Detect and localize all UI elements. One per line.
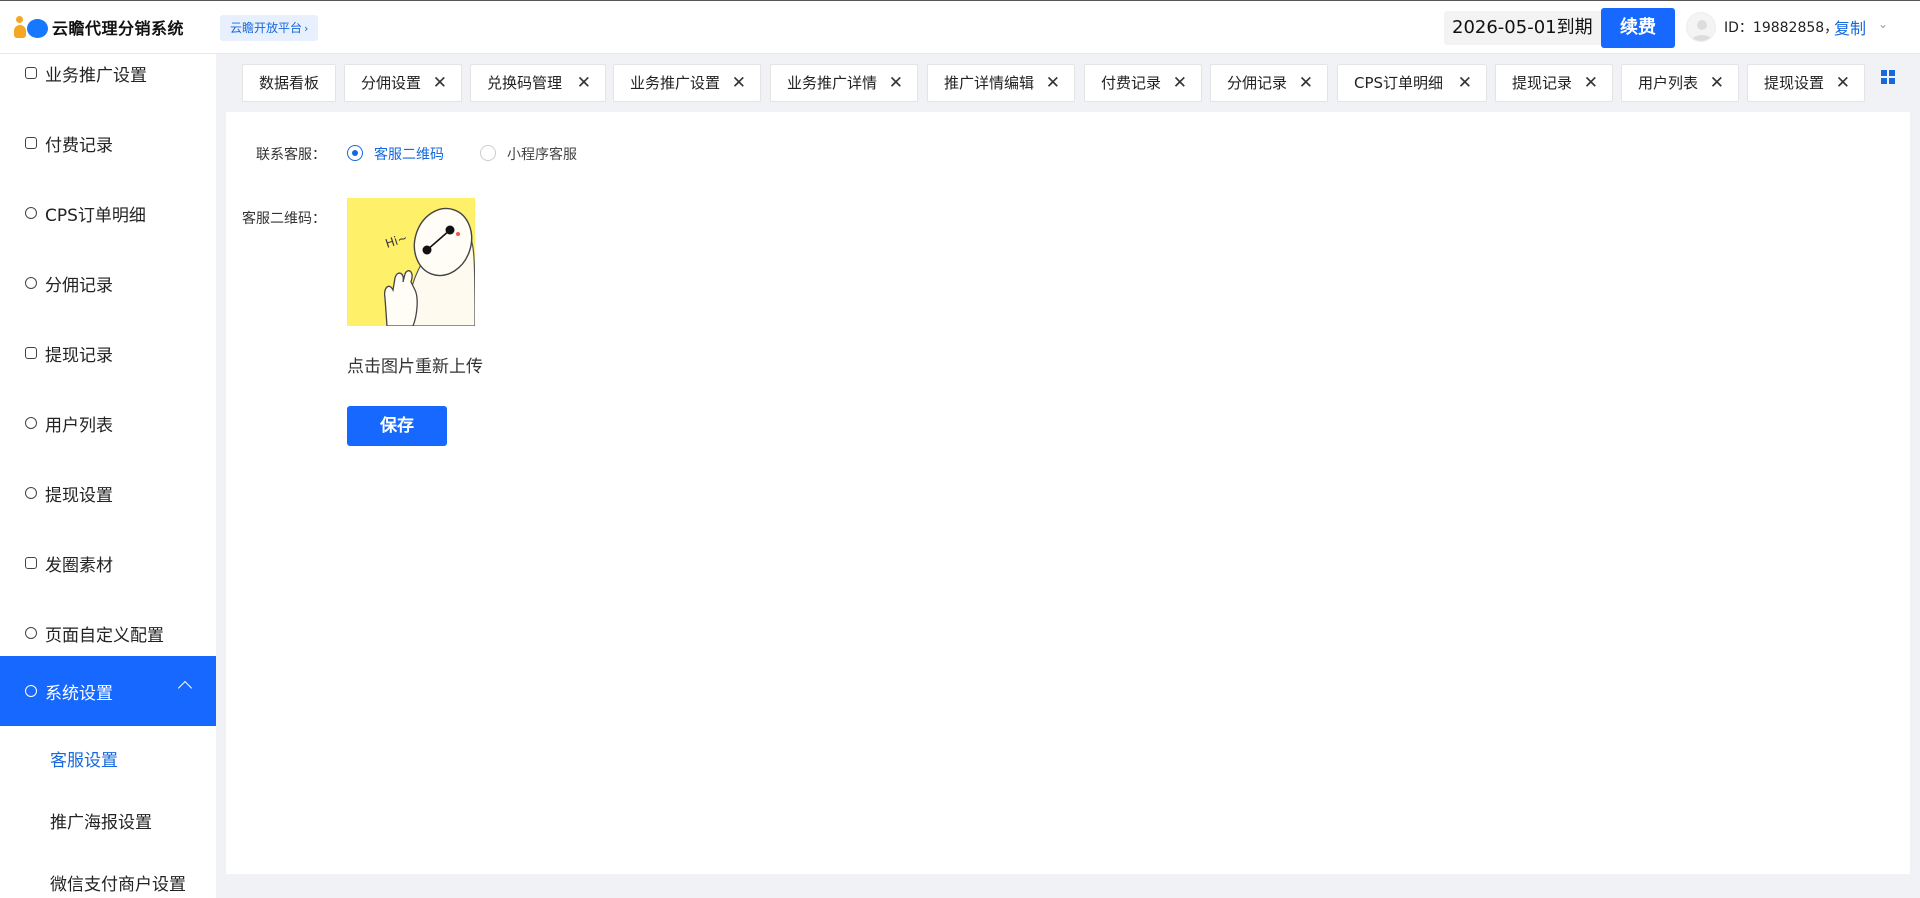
chevron-right-icon: › <box>304 22 309 35</box>
tab-label: 兑换码管理 <box>487 74 563 92</box>
close-icon[interactable]: ✕ <box>1836 65 1850 101</box>
tab-dashboard[interactable]: 数据看板 <box>242 64 336 102</box>
sidebar-item-share-materials[interactable]: 发圈素材 <box>0 528 216 598</box>
tab-commission-settings[interactable]: 分佣设置 ✕ <box>344 64 462 102</box>
expire-date: 2026-05-01到期 <box>1444 11 1601 45</box>
sidebar-item-payment-records[interactable]: 付费记录 <box>0 108 216 178</box>
radio-qr-code-label[interactable]: 客服二维码 <box>374 144 444 164</box>
sidebar-subitem-customer-service[interactable]: 客服设置 <box>50 746 118 771</box>
sidebar-item-user-list[interactable]: 用户列表 <box>0 388 216 458</box>
qr-code-label: 客服二维码： <box>242 211 326 227</box>
tab-cps-orders[interactable]: CPS订单明细 ✕ <box>1337 64 1487 102</box>
tab-label: 业务推广详情 <box>787 74 878 92</box>
avatar[interactable] <box>1686 12 1716 42</box>
qr-image-illustration: Hi~ <box>347 198 475 326</box>
sidebar-item-label: 业务推广设置 <box>45 65 147 86</box>
app-title: 云瞻代理分销系统 <box>52 19 185 38</box>
tab-label: CPS订单明细 <box>1354 74 1444 92</box>
tab-label: 推广详情编辑 <box>944 74 1035 92</box>
renew-button[interactable]: 续费 <box>1601 8 1675 48</box>
contact-type-label: 联系客服： <box>256 147 326 163</box>
close-icon[interactable]: ✕ <box>1584 65 1598 101</box>
stamp-icon <box>25 557 37 569</box>
chevron-down-icon[interactable]: ⌄ <box>1878 17 1888 31</box>
close-icon[interactable]: ✕ <box>1458 65 1472 101</box>
tab-label: 分佣记录 <box>1227 74 1288 92</box>
close-icon[interactable]: ✕ <box>433 65 447 101</box>
tab-commission-records[interactable]: 分佣记录 ✕ <box>1210 64 1328 102</box>
grid-menu-icon[interactable] <box>1881 70 1895 84</box>
app-logo <box>14 15 48 39</box>
tab-withdraw-records[interactable]: 提现记录 ✕ <box>1495 64 1613 102</box>
copy-id-link[interactable]: 复制 <box>1834 15 1866 39</box>
tab-promotion-settings[interactable]: 业务推广设置 ✕ <box>613 64 761 102</box>
tab-label: 数据看板 <box>259 74 320 92</box>
sidebar-subitem-poster-settings[interactable]: 推广海报设置 <box>50 808 152 833</box>
qr-code-image[interactable]: Hi~ <box>347 198 475 326</box>
sidebar-item-withdraw-settings[interactable]: 提现设置 <box>0 458 216 528</box>
sidebar-item-label: 页面自定义配置 <box>45 625 164 646</box>
close-icon[interactable]: ✕ <box>1710 65 1724 101</box>
radio-mini-program-label[interactable]: 小程序客服 <box>507 144 577 164</box>
tab-label: 提现记录 <box>1512 74 1573 92</box>
tab-payment-records[interactable]: 付费记录 ✕ <box>1084 64 1202 102</box>
order-icon <box>25 207 37 219</box>
tab-label: 付费记录 <box>1101 74 1162 92</box>
close-icon[interactable]: ✕ <box>889 65 903 101</box>
tab-label: 提现设置 <box>1764 74 1825 92</box>
record-icon <box>25 137 37 149</box>
sidebar-item-label: CPS订单明细 <box>45 205 146 226</box>
user-icon <box>25 417 37 429</box>
sidebar-item-label: 用户列表 <box>45 415 113 436</box>
settings-icon <box>25 487 37 499</box>
tab-promotion-detail[interactable]: 业务推广详情 ✕ <box>770 64 918 102</box>
user-avatar-icon <box>1692 20 1712 41</box>
chevron-up-icon <box>177 680 193 696</box>
sidebar-item-system-settings[interactable]: 系统设置 <box>0 656 216 726</box>
tab-withdraw-settings[interactable]: 提现设置 ✕ <box>1747 64 1865 102</box>
tab-user-list[interactable]: 用户列表 ✕ <box>1621 64 1739 102</box>
palette-icon <box>25 627 37 639</box>
radio-qr-code[interactable] <box>347 145 363 161</box>
sidebar-item-label: 付费记录 <box>45 135 113 156</box>
top-header: 云瞻代理分销系统 云瞻开放平台 › 2026-05-01到期 续费 ID：1988… <box>0 0 1920 54</box>
sidebar-item-label: 提现记录 <box>45 345 113 366</box>
close-icon[interactable]: ✕ <box>732 65 746 101</box>
save-button[interactable]: 保存 <box>347 406 447 446</box>
close-icon[interactable]: ✕ <box>1046 65 1060 101</box>
sidebar: 业务推广设置 付费记录 CPS订单明细 分佣记录 提现记录 用户列表 提现设置 … <box>0 54 216 898</box>
upload-hint: 点击图片重新上传 <box>347 357 483 377</box>
tab-promotion-edit[interactable]: 推广详情编辑 ✕ <box>927 64 1075 102</box>
close-icon[interactable]: ✕ <box>577 65 591 101</box>
sidebar-item-label: 发圈素材 <box>45 555 113 576</box>
open-platform-label: 云瞻开放平台 <box>230 21 303 35</box>
tab-bar: 数据看板 分佣设置 ✕ 兑换码管理 ✕ 业务推广设置 ✕ 业务推广详情 ✕ 推广… <box>226 54 1920 110</box>
close-icon[interactable]: ✕ <box>1173 65 1187 101</box>
sidebar-subitem-wechat-pay[interactable]: 微信支付商户设置 <box>50 870 186 895</box>
user-id: ID：19882858， <box>1724 20 1839 36</box>
target-icon <box>25 277 37 289</box>
tab-label: 分佣设置 <box>361 74 422 92</box>
sidebar-item-promotion-settings[interactable]: 业务推广设置 <box>0 54 216 108</box>
gear-icon <box>25 685 37 697</box>
sidebar-item-withdraw-records[interactable]: 提现记录 <box>0 318 216 388</box>
main-content: 联系客服： 客服二维码 小程序客服 客服二维码： Hi~ 点击图片重新上传 保存 <box>226 112 1910 874</box>
document-icon <box>25 347 37 359</box>
box-icon <box>25 67 37 79</box>
sidebar-item-label: 系统设置 <box>45 683 113 704</box>
radio-mini-program[interactable] <box>480 145 496 161</box>
tab-redeem-code[interactable]: 兑换码管理 ✕ <box>470 64 606 102</box>
open-platform-link[interactable]: 云瞻开放平台 › <box>220 15 319 41</box>
close-icon[interactable]: ✕ <box>1299 65 1313 101</box>
sidebar-item-commission-records[interactable]: 分佣记录 <box>0 248 216 318</box>
sidebar-item-cps-orders[interactable]: CPS订单明细 <box>0 178 216 248</box>
sidebar-item-label: 提现设置 <box>45 485 113 506</box>
sidebar-item-label: 分佣记录 <box>45 275 113 296</box>
tab-label: 用户列表 <box>1638 74 1699 92</box>
tab-label: 业务推广设置 <box>630 74 721 92</box>
